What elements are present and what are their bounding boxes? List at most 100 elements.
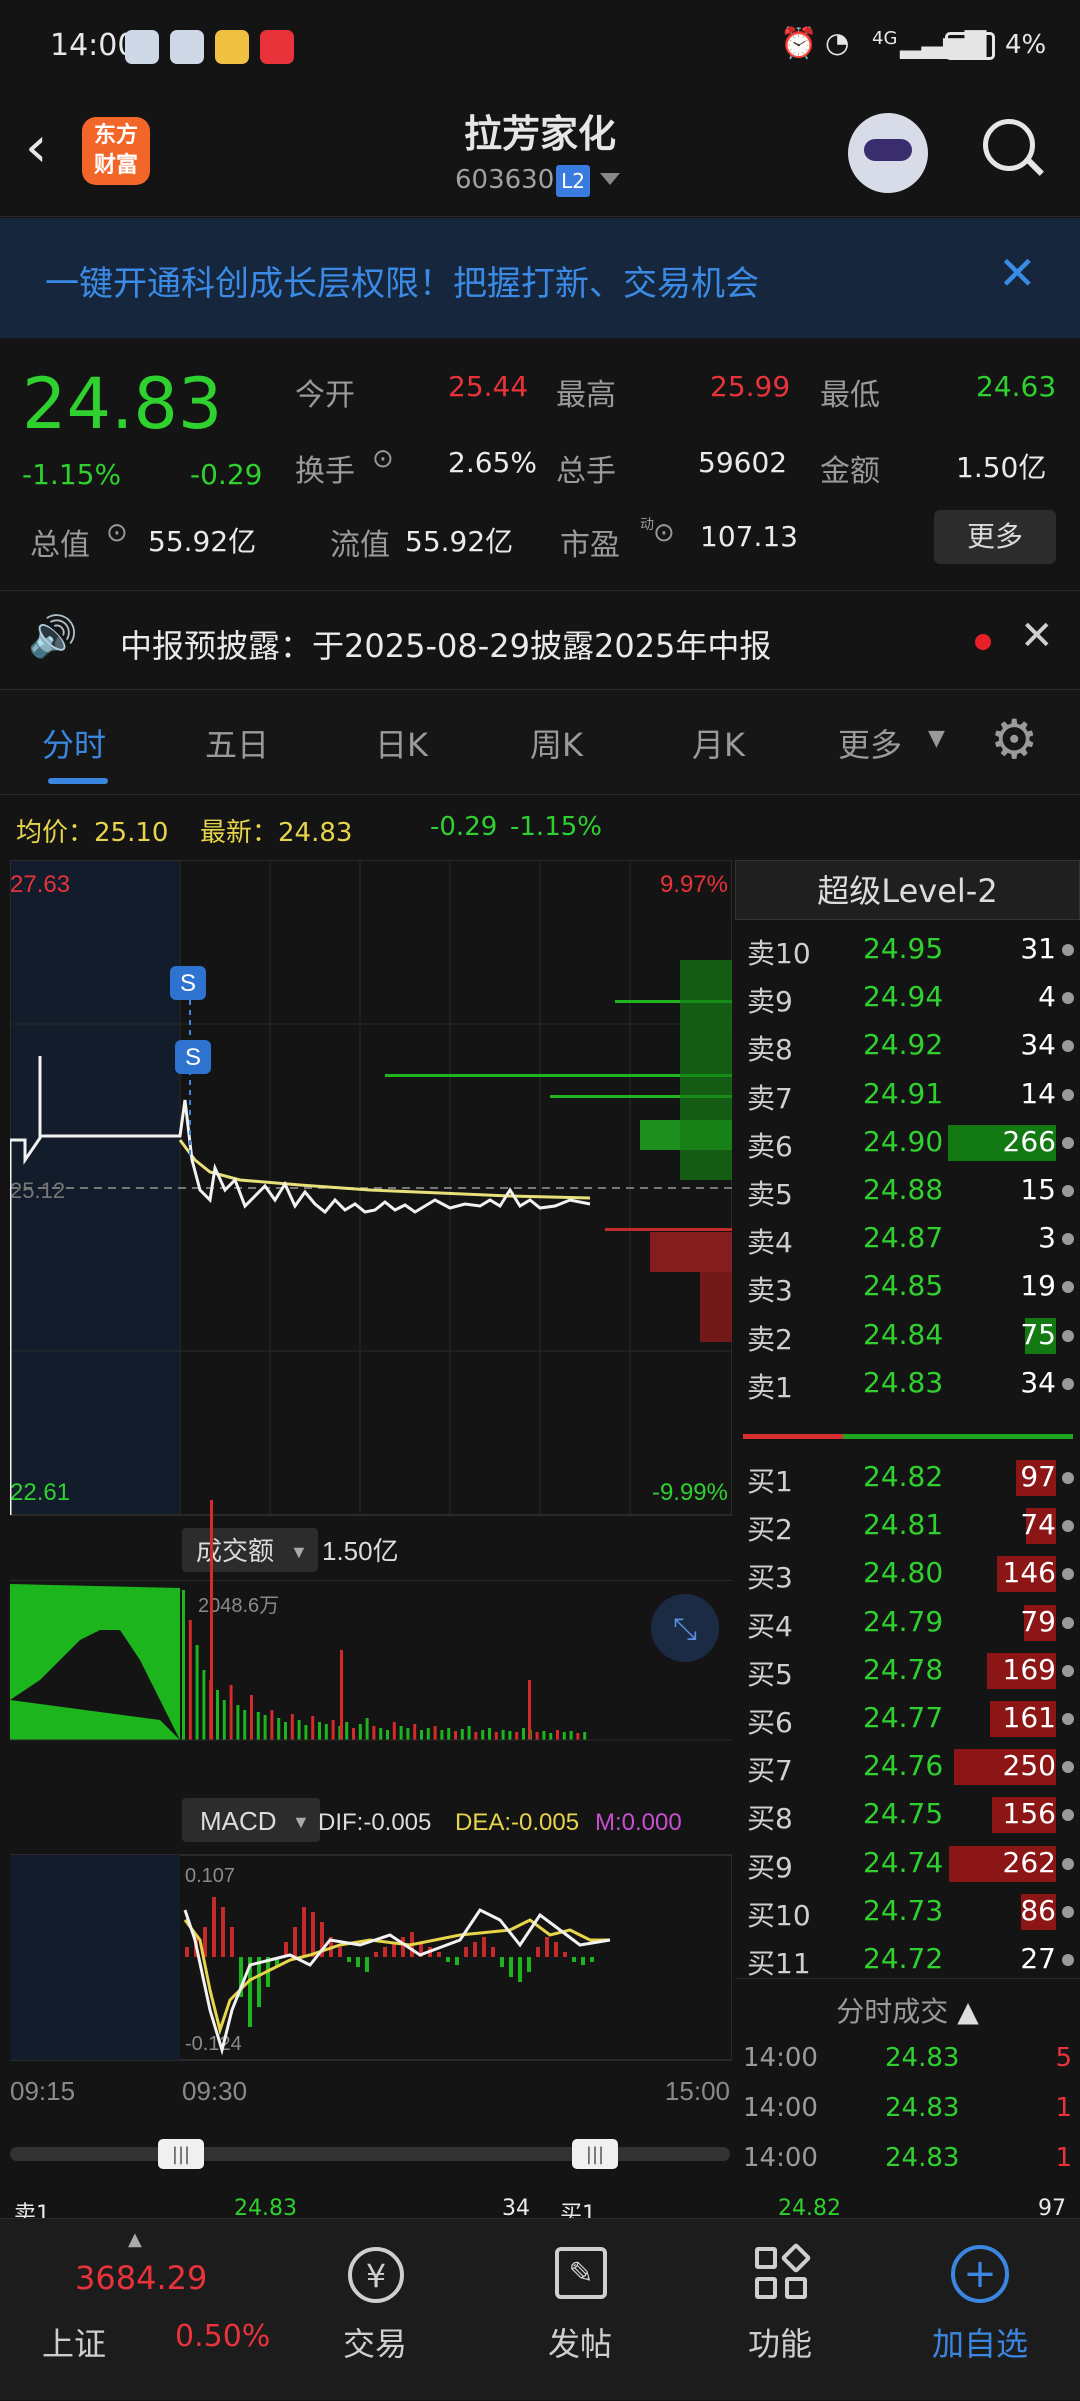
tab-intraday[interactable]: 分时	[42, 720, 106, 766]
dropdown-icon: ▼	[292, 1812, 310, 1832]
tab-five-day[interactable]: 五日	[205, 720, 269, 766]
alarm-icon: ⏰	[780, 26, 818, 61]
close-icon[interactable]: ✕	[1020, 613, 1054, 659]
volume-selector[interactable]: 成交额 ▼	[182, 1528, 318, 1572]
tab-weekly-k[interactable]: 周K	[530, 720, 583, 766]
volume-bar	[324, 1724, 328, 1740]
level-volume: 3	[1038, 1221, 1056, 1255]
turnover-label: 换手	[295, 454, 355, 489]
bid-row[interactable]: 买7 24.76 250	[735, 1743, 1080, 1791]
m-value: M:0.000	[595, 1809, 682, 1836]
status-dot	[1062, 1377, 1074, 1390]
pe-value: 107.13	[700, 520, 798, 553]
marker-s-1[interactable]: S	[170, 966, 206, 1000]
l2-badge[interactable]: L2	[556, 165, 590, 197]
trade-volume: 1	[1055, 2143, 1072, 2173]
nav-functions-label: 功能	[747, 2325, 812, 2363]
robot-assistant-icon[interactable]	[848, 113, 928, 193]
macd-bar	[383, 1947, 387, 1957]
ask-row[interactable]: 卖7 24.91 14	[735, 1071, 1080, 1119]
status-dot	[1062, 1809, 1074, 1822]
marker-s-1-label: S	[180, 970, 196, 997]
bid-row[interactable]: 买8 24.75 156	[735, 1791, 1080, 1839]
chart-tabs: 分时 五日 日K 周K 月K 更多 ▼ ⚙	[0, 690, 1080, 795]
volume-bar	[195, 1645, 199, 1740]
level-price: 24.85	[863, 1269, 944, 1303]
level-volume: 156	[1002, 1797, 1056, 1831]
macd-bar	[446, 1957, 450, 1962]
level-label: 卖1	[747, 1370, 793, 1404]
ask-row[interactable]: 卖6 24.90 266	[735, 1119, 1080, 1167]
bid-row[interactable]: 买2 24.81 74	[735, 1502, 1080, 1550]
float-value: 55.92亿	[405, 525, 514, 558]
bid-row[interactable]: 买1 24.82 97	[735, 1454, 1080, 1502]
tab-more[interactable]: 更多	[838, 720, 902, 766]
ask-row[interactable]: 卖10 24.95 31	[735, 926, 1080, 974]
nav-functions[interactable]: 功能	[705, 2219, 855, 2401]
volume-bar	[481, 1730, 485, 1740]
edit-icon: ✎	[555, 2247, 607, 2299]
level-price: 24.80	[863, 1556, 944, 1590]
close-icon[interactable]: ✕	[998, 246, 1037, 300]
dropdown-icon: ▼	[290, 1542, 308, 1562]
grip-icon: |||	[172, 2144, 190, 2165]
expand-icon: ⤡	[673, 1612, 697, 1647]
ask-row[interactable]: 卖9 24.94 4	[735, 974, 1080, 1022]
index-widget[interactable]: ▲ 3684.29 上证 0.50%	[0, 2219, 270, 2401]
nav-trade[interactable]: ¥ 交易	[300, 2219, 450, 2401]
ask-row[interactable]: 卖8 24.92 34	[735, 1022, 1080, 1070]
level-label: 买4	[747, 1609, 793, 1643]
status-dot	[1062, 944, 1074, 956]
bid-row[interactable]: 买4 24.79 79	[735, 1599, 1080, 1647]
ask-row[interactable]: 卖4 24.87 3	[735, 1215, 1080, 1263]
open-value: 25.44	[448, 370, 529, 403]
ask-row[interactable]: 卖3 24.85 19	[735, 1263, 1080, 1311]
tab-monthly-k[interactable]: 月K	[692, 720, 745, 766]
trades-title[interactable]: 分时成交 ▲	[735, 1990, 1080, 2030]
volume-bar	[372, 1726, 376, 1740]
info-icon[interactable]: ⊙	[653, 518, 675, 548]
intraday-chart[interactable]: S S 27.63 25.12 22.61 9.97% -9.99% 成交额 ▼…	[8, 859, 733, 2240]
bid-row[interactable]: 买5 24.78 169	[735, 1647, 1080, 1695]
level-price: 24.92	[863, 1028, 944, 1062]
volume-bar	[182, 1590, 185, 1740]
bid-row[interactable]: 买10 24.73 86	[735, 1888, 1080, 1936]
level-price: 24.88	[863, 1173, 944, 1206]
level-price: 24.74	[863, 1845, 944, 1879]
promo-banner[interactable]: 一键开通科创成长层权限！把握打新、交易机会 ✕	[0, 218, 1080, 338]
ask-row[interactable]: 卖5 24.88 15	[735, 1167, 1080, 1215]
dropdown-icon[interactable]: ▼	[928, 726, 945, 751]
info-icon[interactable]: ⊙	[372, 444, 394, 474]
nav-post[interactable]: ✎ 发帖	[505, 2219, 655, 2401]
stock-code: 603630	[455, 165, 555, 195]
info-icon[interactable]: ⊙	[106, 518, 128, 548]
volume-bar	[210, 1500, 213, 1740]
range-slider-track[interactable]	[10, 2147, 730, 2161]
macd-selector[interactable]: MACD ▼	[182, 1798, 320, 1842]
macd-bar	[347, 1957, 351, 1962]
dropdown-icon[interactable]	[600, 173, 620, 185]
ask-row[interactable]: 卖1 24.83 34	[735, 1360, 1080, 1408]
tab-daily-k[interactable]: 日K	[375, 720, 428, 766]
settings-gear-icon[interactable]: ⚙	[990, 708, 1038, 771]
bid-row[interactable]: 买6 24.77 161	[735, 1695, 1080, 1743]
bid-row[interactable]: 买11 24.72 27	[735, 1936, 1080, 1984]
y-bottom-label: 22.61	[10, 1479, 70, 1506]
level-volume: 262	[1002, 1845, 1056, 1879]
notice-bar[interactable]: 🔊 中报预披露：于2025-08-29披露2025年中报 ✕	[0, 590, 1080, 690]
macd-top-label: 0.107	[185, 1865, 235, 1887]
level-volume: 161	[1002, 1701, 1056, 1734]
app-notification-icon	[260, 30, 294, 64]
trade-time: 14:00	[743, 2143, 818, 2173]
add-icon: +	[951, 2245, 1009, 2303]
speaker-icon: 🔊	[28, 614, 78, 660]
more-button[interactable]: 更多	[934, 510, 1056, 564]
nav-watchlist[interactable]: + 加自选	[905, 2219, 1055, 2401]
volume-bar	[399, 1726, 403, 1740]
ask-row[interactable]: 卖2 24.84 75	[735, 1312, 1080, 1360]
orderbook-title[interactable]: 超级Level-2	[735, 860, 1080, 920]
bid-row[interactable]: 买3 24.80 146	[735, 1550, 1080, 1598]
marker-s-2[interactable]: S	[175, 1040, 211, 1074]
macd-bar	[302, 1907, 306, 1957]
bid-row[interactable]: 买9 24.74 262	[735, 1840, 1080, 1888]
